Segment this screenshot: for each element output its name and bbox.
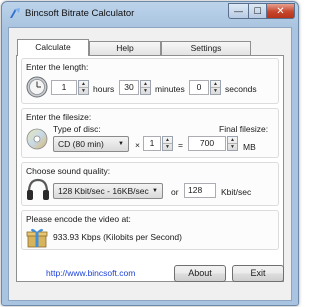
exit-button[interactable]: Exit <box>232 265 284 282</box>
minutes-input[interactable]: 30 <box>119 80 139 95</box>
app-window: Bincsoft Bitrate Calculator — ☐ ✕ Calcul… <box>1 1 299 306</box>
headphones-icon <box>27 178 49 200</box>
multiply-sign: × <box>135 140 140 150</box>
chevron-down-icon: ▼ <box>118 141 124 147</box>
disc-count-input[interactable]: 1 <box>143 136 161 151</box>
final-filesize-unit: MB <box>243 142 256 152</box>
length-heading: Enter the length: <box>26 62 89 72</box>
seconds-spinner[interactable]: ▲ ▼ <box>210 80 221 95</box>
title-bar[interactable]: Bincsoft Bitrate Calculator — ☐ ✕ <box>2 2 298 26</box>
length-group: Enter the length: 1 ▲ ▼ hours 30 ▲ ▼ minut… <box>21 58 279 104</box>
close-button[interactable]: ✕ <box>266 3 295 19</box>
minimize-button[interactable]: — <box>228 3 248 19</box>
tab-calculate[interactable]: Calculate <box>17 39 89 56</box>
equals-sign: = <box>178 140 183 150</box>
disc-type-value: CD (80 min) <box>58 139 104 149</box>
sound-heading: Choose sound quality: <box>26 166 111 176</box>
minutes-label: minutes <box>155 84 185 94</box>
final-filesize-input[interactable]: 700 <box>188 136 226 151</box>
calculate-panel: Enter the length: 1 ▲ ▼ hours 30 ▲ ▼ minut… <box>16 55 284 282</box>
gift-box-icon <box>26 228 48 248</box>
or-label: or <box>171 187 179 197</box>
spin-down-icon[interactable]: ▼ <box>141 88 150 94</box>
hours-spinner[interactable]: ▲ ▼ <box>78 80 89 95</box>
spin-up-icon[interactable]: ▲ <box>211 81 220 87</box>
maximize-button[interactable]: ☐ <box>248 3 266 19</box>
seconds-input[interactable]: 0 <box>189 80 209 95</box>
disc-type-label: Type of disc: <box>53 124 101 134</box>
tab-settings[interactable]: Settings <box>161 41 251 55</box>
filesize-heading: Enter the filesize: <box>26 112 92 122</box>
website-link[interactable]: http://www.bincsoft.com <box>46 268 135 278</box>
spin-down-icon[interactable]: ▼ <box>163 144 172 150</box>
result-group: Please encode the video at: 933.93 Kbps … <box>21 210 279 250</box>
disc-count-spinner[interactable]: ▲ ▼ <box>162 136 173 151</box>
client-area: Calculate Help Settings Enter the length… <box>8 27 292 301</box>
seconds-label: seconds <box>225 84 257 94</box>
final-filesize-spinner[interactable]: ▲ ▼ <box>227 136 238 151</box>
custom-bitrate-unit: Kbit/sec <box>221 187 252 197</box>
chevron-down-icon: ▼ <box>152 188 158 194</box>
filesize-group: Enter the filesize: Type of disc: CD (80 <box>21 108 279 158</box>
spin-down-icon[interactable]: ▼ <box>79 88 88 94</box>
cd-disc-icon <box>26 128 48 150</box>
tab-help[interactable]: Help <box>89 41 161 55</box>
spin-up-icon[interactable]: ▲ <box>79 81 88 87</box>
disc-type-select[interactable]: CD (80 min) ▼ <box>53 136 129 152</box>
spin-down-icon[interactable]: ▼ <box>211 88 220 94</box>
hours-label: hours <box>93 84 115 94</box>
sound-quality-value: 128 Kbit/sec - 16KB/sec <box>58 186 149 196</box>
result-heading: Please encode the video at: <box>26 214 131 224</box>
app-icon <box>10 8 20 18</box>
window-title: Bincsoft Bitrate Calculator <box>25 8 135 19</box>
hours-input[interactable]: 1 <box>51 80 77 95</box>
about-button[interactable]: About <box>174 265 226 282</box>
spin-down-icon[interactable]: ▼ <box>228 144 237 150</box>
final-filesize-label: Final filesize: <box>219 124 269 134</box>
sound-group: Choose sound quality: 128 Kbit/sec - 16K… <box>21 162 279 206</box>
result-value: 933.93 Kbps (Kilobits per Second) <box>53 232 182 242</box>
spin-up-icon[interactable]: ▲ <box>228 137 237 143</box>
custom-bitrate-input[interactable]: 128 <box>184 183 216 198</box>
spin-up-icon[interactable]: ▲ <box>141 81 150 87</box>
spin-up-icon[interactable]: ▲ <box>163 137 172 143</box>
sound-quality-select[interactable]: 128 Kbit/sec - 16KB/sec ▼ <box>53 183 163 199</box>
minutes-spinner[interactable]: ▲ ▼ <box>140 80 151 95</box>
clock-icon <box>26 76 48 98</box>
